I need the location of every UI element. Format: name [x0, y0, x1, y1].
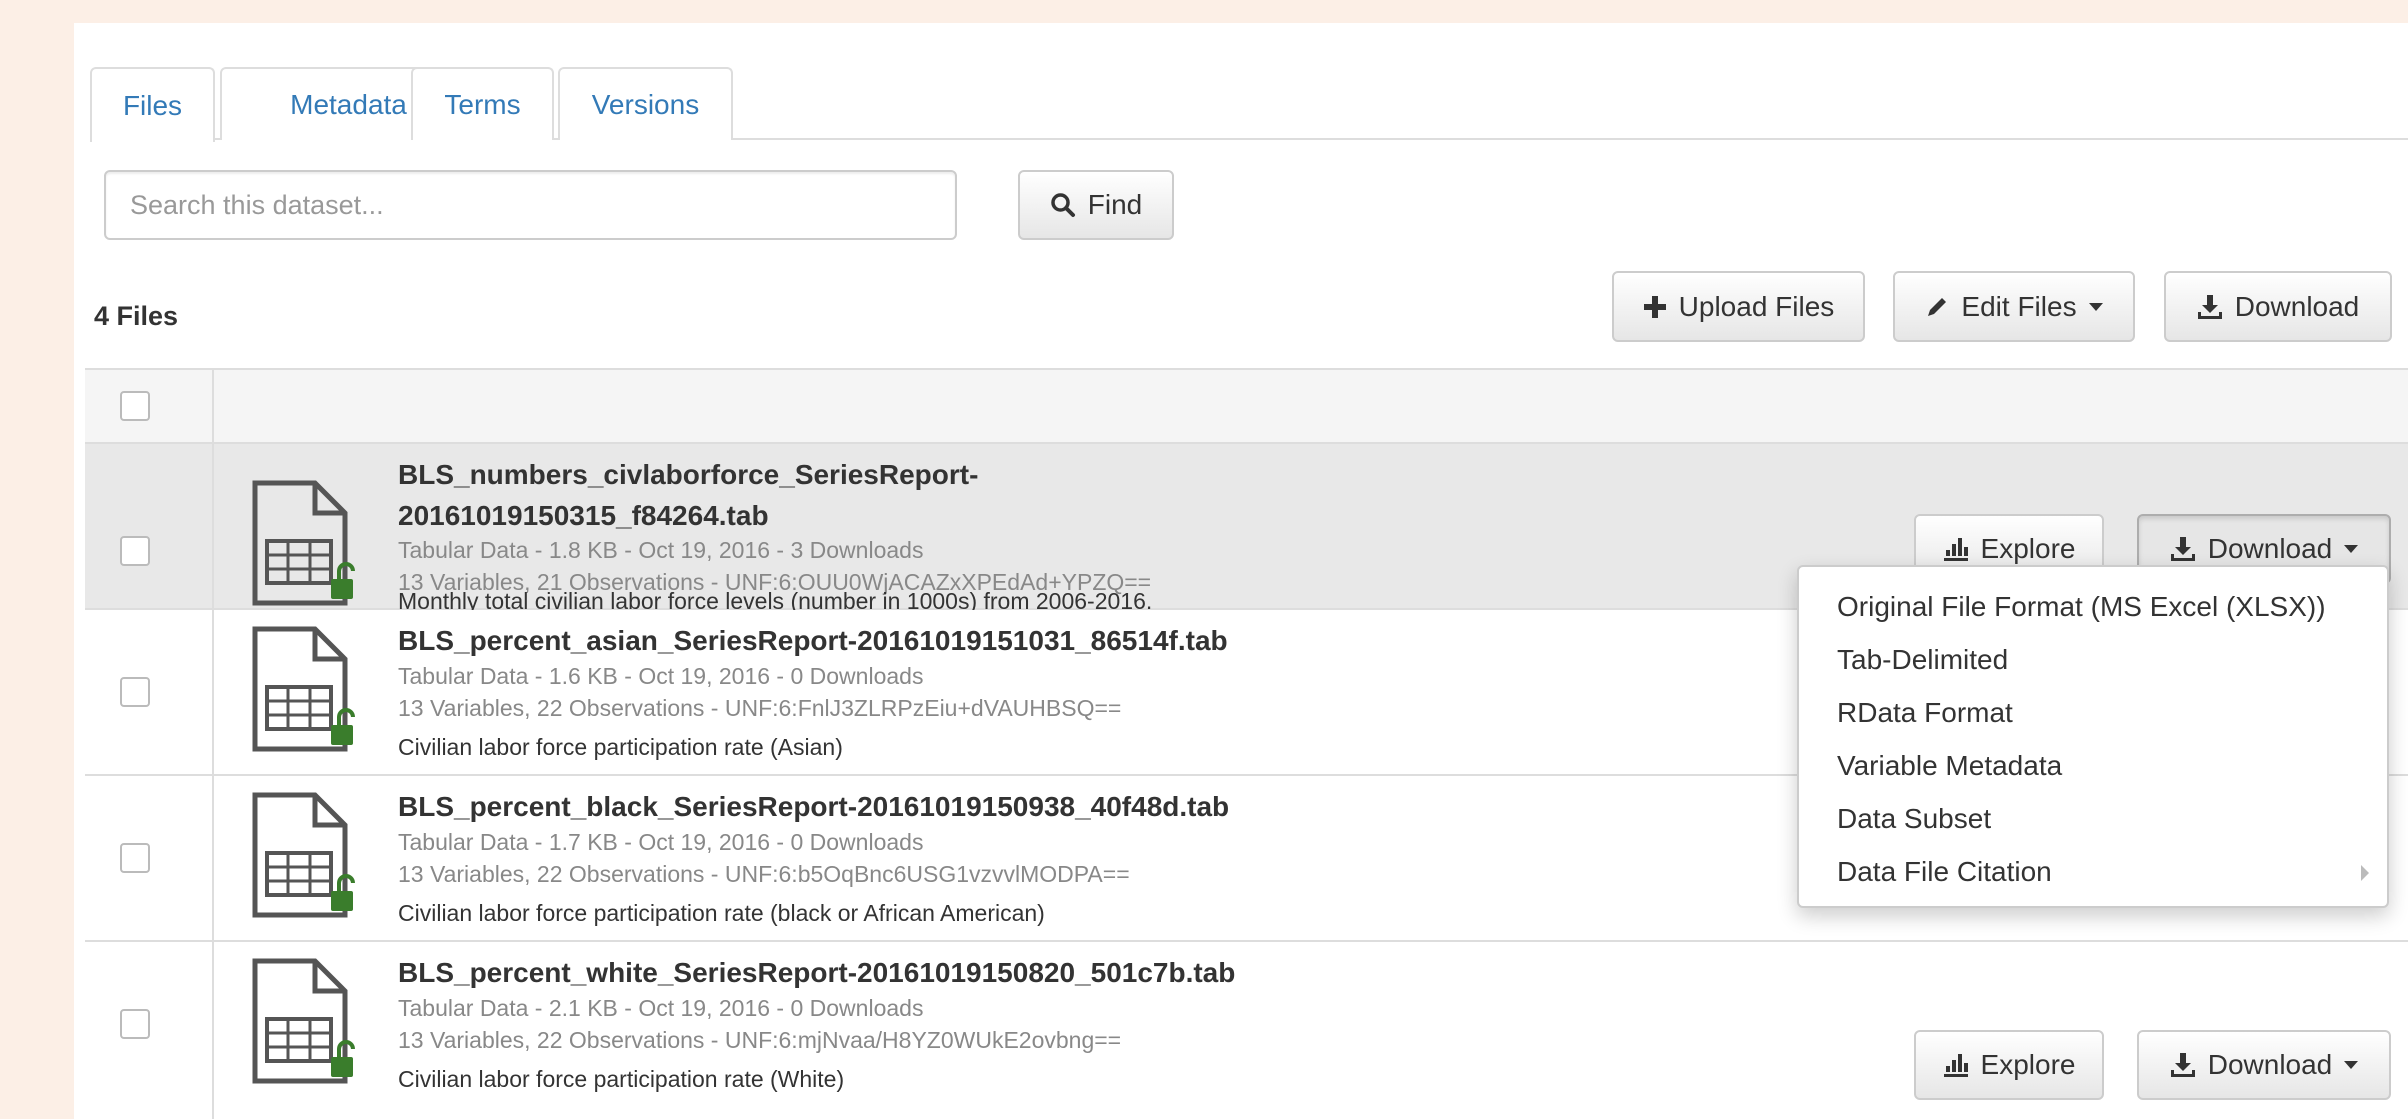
- find-label: Find: [1087, 189, 1143, 220]
- explore-label: Explore: [1980, 1049, 2076, 1080]
- download-all-button[interactable]: Download: [2164, 271, 2392, 342]
- row-checbox[interactable]: [120, 677, 150, 707]
- files-count: 4 Files: [94, 301, 179, 331]
- file-description: Civilian labor force participation rate …: [398, 1066, 845, 1092]
- tabular-file-icon: [252, 626, 355, 752]
- file-name[interactable]: BLS_percent_asian_SeriesReport-201610191…: [398, 620, 1228, 661]
- column-separator: [212, 942, 214, 1119]
- menu-item-rdata[interactable]: RData Format: [1799, 686, 2387, 739]
- chevron-down-icon: [2344, 1061, 2359, 1069]
- menu-item-data-subset[interactable]: Data Subset: [1799, 792, 2387, 845]
- unlock-icon: [331, 1040, 355, 1077]
- explore-chart-icon: [1943, 1054, 1968, 1077]
- plus-icon: [1643, 295, 1666, 318]
- file-meta-unf: 13 Variables, 22 Observations - UNF:6:b5…: [398, 861, 1130, 887]
- explore-chart-icon: [1943, 538, 1968, 561]
- table-row: BLS_percent_white_SeriesReport-201610191…: [85, 942, 2408, 1119]
- find-button[interactable]: Find: [1018, 170, 1174, 240]
- explore-button[interactable]: Explore: [1914, 1030, 2104, 1100]
- tabular-file-icon: [252, 480, 355, 606]
- file-meta-summary: Tabular Data - 1.8 KB - Oct 19, 2016 - 3…: [398, 537, 924, 563]
- pencil-icon: [1928, 297, 1947, 316]
- unlock-icon: [331, 708, 355, 745]
- file-description: Civilian labor force participation rate …: [398, 900, 1045, 926]
- table-header: [85, 368, 2408, 444]
- chevron-right-icon: [2361, 865, 2369, 881]
- unlock-icon: [331, 874, 355, 911]
- file-download-label: Download: [2207, 533, 2333, 564]
- file-name[interactable]: BLS_percent_black_SeriesReport-201610191…: [398, 786, 1229, 827]
- unlock-icon: [331, 562, 355, 599]
- menu-item-data-file-citation[interactable]: Data File Citation: [1799, 845, 2387, 898]
- menu-item-variable-metadata[interactable]: Variable Metadata: [1799, 739, 2387, 792]
- search-input[interactable]: [104, 170, 957, 240]
- file-download-label: Download: [2207, 1049, 2333, 1080]
- chevron-down-icon: [2344, 545, 2359, 553]
- chevron-down-icon: [2088, 302, 2103, 311]
- tab-files[interactable]: Files: [90, 67, 215, 142]
- column-separator: [212, 370, 214, 442]
- explore-label: Explore: [1980, 533, 2076, 564]
- file-meta-summary: Tabular Data - 2.1 KB - Oct 19, 2016 - 0…: [398, 995, 924, 1021]
- edit-files-button[interactable]: Edit Files: [1893, 271, 2135, 342]
- file-name-line1[interactable]: BLS_numbers_civlaborforce_SeriesReport-: [398, 454, 978, 495]
- download-all-label: Download: [2234, 290, 2360, 322]
- tab-bar: Files Metadata Terms Versions: [74, 23, 2408, 142]
- menu-item-label: Data File Citation: [1837, 856, 2052, 887]
- row-checkbox[interactable]: [120, 843, 150, 873]
- column-separator: [212, 610, 214, 774]
- column-separator: [212, 776, 214, 940]
- upload-files-button[interactable]: Upload Files: [1612, 271, 1865, 342]
- upload-files-label: Upload Files: [1678, 290, 1835, 322]
- file-description: Civilian labor force participation rate …: [398, 734, 843, 760]
- select-all-checkbox[interactable]: [120, 391, 150, 421]
- tabular-file-icon: [252, 958, 355, 1084]
- column-separator: [212, 444, 214, 608]
- tabular-file-icon: [252, 792, 355, 918]
- download-icon: [2170, 537, 2195, 561]
- search-icon: [1051, 193, 1075, 217]
- menu-item-tab-delimited[interactable]: Tab-Delimited: [1799, 633, 2387, 686]
- tab-versions[interactable]: Versions: [558, 67, 733, 140]
- row-checkbox[interactable]: [120, 1009, 150, 1039]
- download-icon: [2170, 1053, 2195, 1077]
- download-icon: [2197, 294, 2222, 319]
- file-download-button[interactable]: Download: [2137, 1030, 2391, 1100]
- edit-files-label: Edit Files: [1961, 290, 2077, 322]
- file-meta-unf: 13 Variables, 22 Observations - UNF:6:Fn…: [398, 695, 1122, 721]
- file-meta-summary: Tabular Data - 1.6 KB - Oct 19, 2016 - 0…: [398, 663, 924, 689]
- file-meta-unf: 13 Variables, 22 Observations - UNF:6:mj…: [398, 1027, 1122, 1053]
- row-checkbox[interactable]: [120, 536, 150, 566]
- file-meta-summary: Tabular Data - 1.7 KB - Oct 19, 2016 - 0…: [398, 829, 924, 855]
- tab-terms[interactable]: Terms: [411, 67, 554, 140]
- file-name-line2[interactable]: 20161019150315_f84264.tab: [398, 495, 769, 536]
- file-name[interactable]: BLS_percent_white_SeriesReport-201610191…: [398, 952, 1235, 993]
- download-dropdown-menu: Original File Format (MS Excel (XLSX)) T…: [1797, 565, 2389, 908]
- menu-item-original-format[interactable]: Original File Format (MS Excel (XLSX)): [1799, 580, 2387, 633]
